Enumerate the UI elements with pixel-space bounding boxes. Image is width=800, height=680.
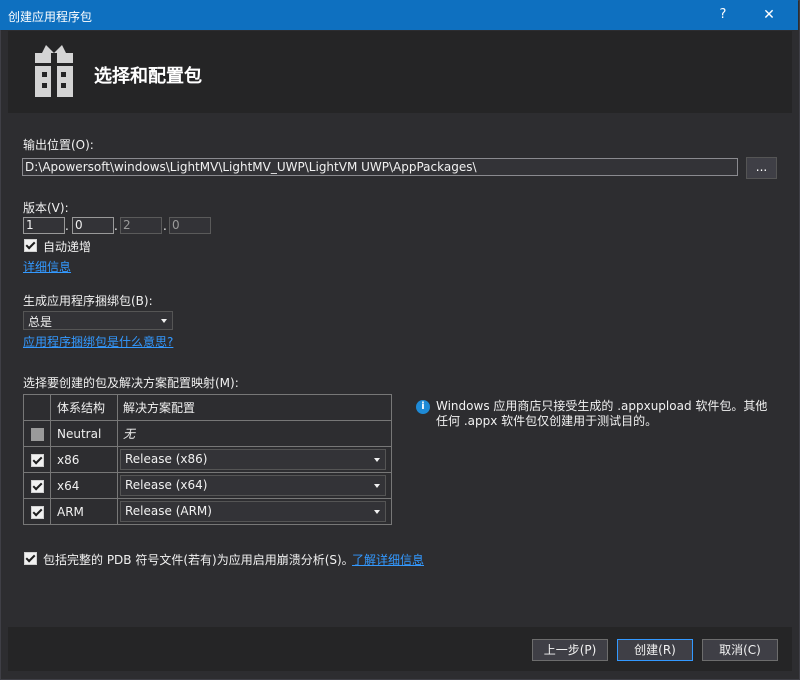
version-major-input[interactable]: 1 xyxy=(23,217,65,234)
bundle-label: 生成应用程序捆绑包(B): xyxy=(23,294,153,308)
back-button[interactable]: 上一步(P) xyxy=(532,639,608,661)
more-info-link[interactable]: 详细信息 xyxy=(23,258,71,275)
cancel-button[interactable]: 取消(C) xyxy=(702,639,778,661)
config-cell: Release (x86) xyxy=(117,446,392,473)
config-select-x64[interactable]: Release (x64) xyxy=(120,475,386,496)
arm-checkbox[interactable] xyxy=(31,506,44,519)
page-title: 选择和配置包 xyxy=(94,66,202,87)
config-select-value: Release (ARM) xyxy=(125,504,212,518)
info-icon: i xyxy=(416,400,430,414)
config-select-x86[interactable]: Release (x86) xyxy=(120,449,386,470)
bundle-help-link[interactable]: 应用程序捆绑包是什么意思? xyxy=(23,333,173,350)
output-location-input[interactable]: D:\Apowersoft\windows\LightMV\LightMV_UW… xyxy=(22,158,738,176)
package-mapping-table: 体系结构 解决方案配置 Neutral 无 x86 Release (x86) … xyxy=(23,394,392,525)
config-cell: Release (ARM) xyxy=(117,498,392,525)
row-checkbox-cell xyxy=(23,446,51,473)
chevron-down-icon xyxy=(374,510,380,514)
version-label: 版本(V): xyxy=(23,201,69,215)
browse-button[interactable]: ... xyxy=(746,157,777,179)
pdb-label: 包括完整的 PDB 符号文件(若有)为应用启用崩溃分析(S)。 xyxy=(43,553,354,567)
help-button[interactable]: ? xyxy=(708,0,738,30)
config-select-arm[interactable]: Release (ARM) xyxy=(120,501,386,522)
row-checkbox-cell xyxy=(23,472,51,499)
version-separator: . xyxy=(65,219,69,233)
version-build-input: 2 xyxy=(120,217,162,234)
table-header-row: 体系结构 解决方案配置 xyxy=(23,394,392,421)
info-message: Windows 应用商店只接受生成的 .appxupload 软件包。其他任何 … xyxy=(436,399,768,428)
auto-increment-checkbox[interactable] xyxy=(24,239,37,252)
chevron-down-icon xyxy=(374,484,380,488)
version-separator: . xyxy=(163,219,167,233)
mapping-label: 选择要创建的包及解决方案配置映射(M): xyxy=(23,376,239,390)
header-banner: 选择和配置包 xyxy=(8,31,792,113)
table-row: x64 Release (x64) xyxy=(23,472,392,499)
row-checkbox-cell xyxy=(23,420,51,447)
close-button[interactable]: ✕ xyxy=(752,0,786,30)
config-select-value: Release (x86) xyxy=(125,452,208,466)
version-revision-input: 0 xyxy=(169,217,211,234)
bundle-select-value: 总是 xyxy=(28,315,53,329)
table-header-architecture: 体系结构 xyxy=(50,394,118,421)
table-header-config: 解决方案配置 xyxy=(117,394,392,421)
pdb-checkbox[interactable] xyxy=(24,552,37,565)
neutral-checkbox xyxy=(31,428,44,441)
version-separator: . xyxy=(114,219,118,233)
arch-cell: Neutral xyxy=(50,420,118,447)
chevron-down-icon xyxy=(161,319,167,323)
table-row: x86 Release (x86) xyxy=(23,446,392,473)
table-row: ARM Release (ARM) xyxy=(23,498,392,525)
config-select-value: Release (x64) xyxy=(125,478,208,492)
window-title: 创建应用程序包 xyxy=(8,10,93,24)
chevron-down-icon xyxy=(374,458,380,462)
config-cell: 无 xyxy=(117,420,392,447)
version-minor-input[interactable]: 0 xyxy=(72,217,114,234)
x64-checkbox[interactable] xyxy=(31,480,44,493)
table-header-check xyxy=(23,394,51,421)
output-location-label: 输出位置(O): xyxy=(23,138,94,152)
table-row: Neutral 无 xyxy=(23,420,392,447)
gift-package-icon xyxy=(35,45,73,97)
arch-cell: x64 xyxy=(50,472,118,499)
bundle-select[interactable]: 总是 xyxy=(23,311,173,330)
x86-checkbox[interactable] xyxy=(31,454,44,467)
arch-cell: ARM xyxy=(50,498,118,525)
title-bar: 创建应用程序包 ? ✕ xyxy=(0,0,798,30)
config-cell: Release (x64) xyxy=(117,472,392,499)
row-checkbox-cell xyxy=(23,498,51,525)
create-button[interactable]: 创建(R) xyxy=(617,639,693,661)
arch-cell: x86 xyxy=(50,446,118,473)
auto-increment-label: 自动递增 xyxy=(43,240,92,254)
pdb-learn-more-link[interactable]: 了解详细信息 xyxy=(352,551,424,568)
